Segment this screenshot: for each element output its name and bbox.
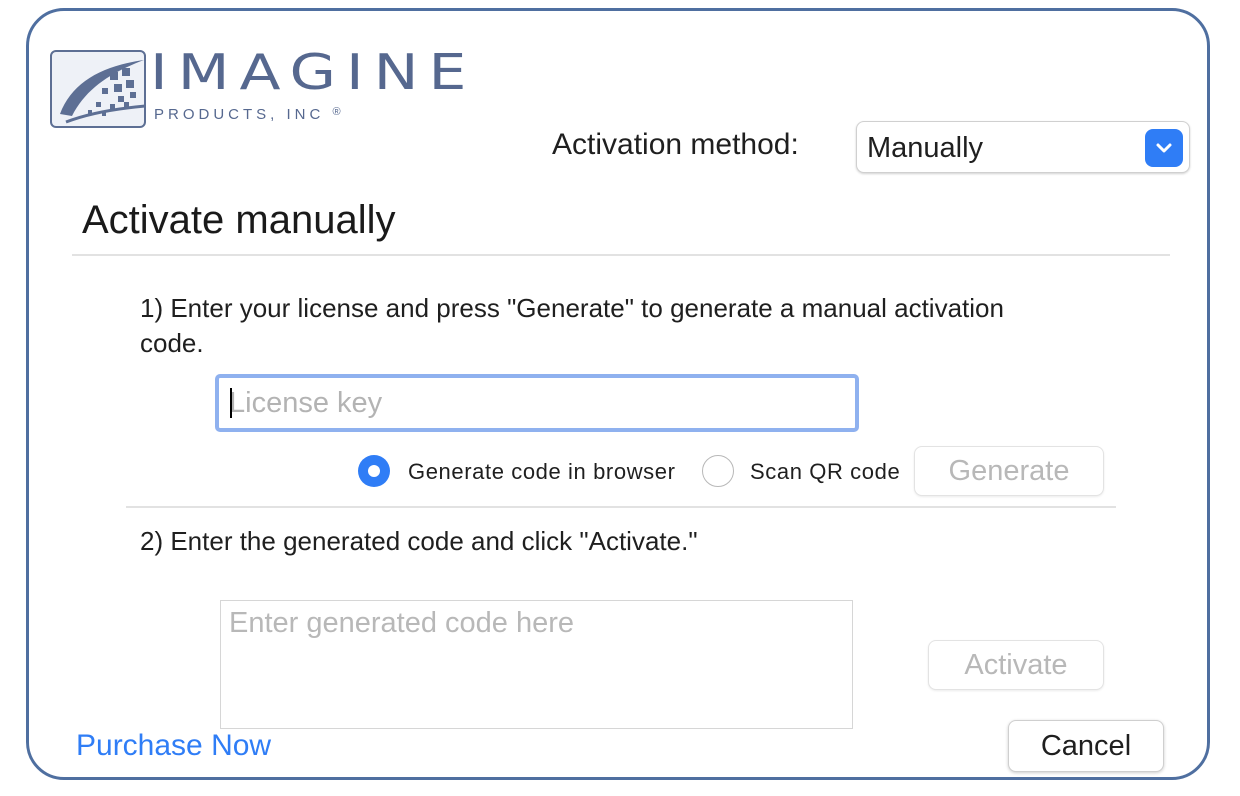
activation-method-value: Manually bbox=[867, 132, 984, 164]
imagine-logo-icon bbox=[50, 50, 146, 128]
registered-mark: ® bbox=[332, 106, 345, 118]
generated-code-input[interactable] bbox=[229, 607, 839, 719]
radio-generate-in-browser[interactable] bbox=[358, 455, 390, 487]
text-caret bbox=[230, 388, 232, 418]
step-divider bbox=[126, 506, 1116, 508]
section-divider bbox=[72, 254, 1170, 256]
activation-method-label: Activation method: bbox=[552, 128, 799, 161]
radio-label-generate-in-browser[interactable]: Generate code in browser bbox=[408, 459, 676, 485]
chevron-down-icon bbox=[1145, 129, 1183, 167]
cancel-button[interactable]: Cancel bbox=[1008, 720, 1164, 772]
section-title: Activate manually bbox=[82, 198, 396, 242]
purchase-now-link[interactable]: Purchase Now bbox=[76, 729, 271, 763]
step1-instruction: 1) Enter your license and press "Generat… bbox=[140, 293, 1004, 358]
logo-wordmark: IMAGINE bbox=[150, 44, 477, 102]
radio-label-scan-qr-code[interactable]: Scan QR code bbox=[750, 459, 900, 485]
activation-method-select[interactable]: Manually bbox=[856, 121, 1190, 173]
step2-instruction: 2) Enter the generated code and click "A… bbox=[140, 526, 698, 556]
license-key-field[interactable] bbox=[215, 374, 859, 432]
logo-subtitle-text: PRODUCTS, INC bbox=[154, 106, 325, 123]
license-key-input[interactable] bbox=[229, 380, 839, 426]
company-logo: IMAGINE PRODUCTS, INC ® bbox=[50, 44, 550, 132]
radio-scan-qr-code[interactable] bbox=[702, 455, 734, 487]
generate-button[interactable]: Generate bbox=[914, 446, 1104, 496]
generated-code-field[interactable] bbox=[220, 600, 853, 729]
logo-subtitle: PRODUCTS, INC ® bbox=[154, 106, 345, 123]
activate-button[interactable]: Activate bbox=[928, 640, 1104, 690]
